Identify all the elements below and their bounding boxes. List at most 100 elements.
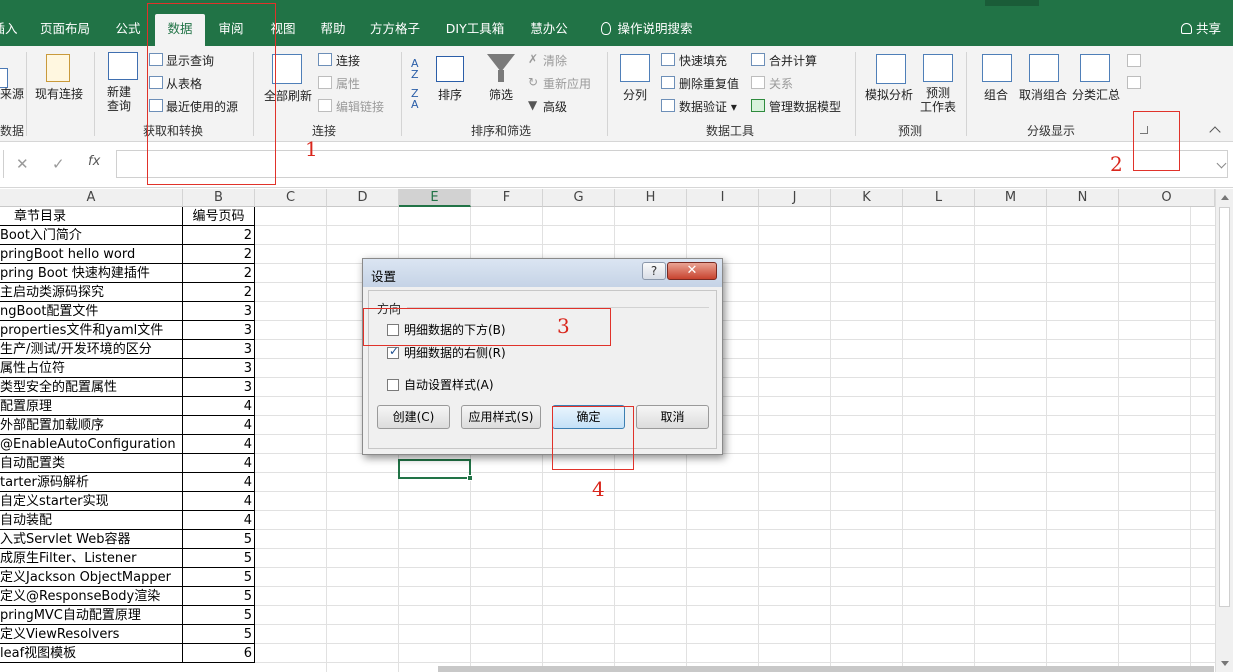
cell-b[interactable]: 2 xyxy=(183,226,255,245)
share-button[interactable]: 共享 xyxy=(1180,14,1221,46)
cell-b[interactable]: 5 xyxy=(183,530,255,549)
name-box[interactable] xyxy=(0,150,4,178)
new-query-button[interactable]: 新建 查询 xyxy=(107,85,131,113)
cell-a[interactable]: leaf视图模板 xyxy=(0,644,183,663)
relationships-button[interactable]: 关系 xyxy=(769,75,793,92)
cell-b[interactable]: 3 xyxy=(183,302,255,321)
column-header-b[interactable]: B xyxy=(183,189,255,207)
header-cell-a[interactable]: 章节目录 xyxy=(0,207,183,226)
cell-b[interactable]: 6 xyxy=(183,644,255,663)
hide-detail-icon[interactable] xyxy=(1127,76,1141,89)
column-header-n[interactable]: N xyxy=(1047,189,1119,207)
connections-button[interactable]: 连接 xyxy=(336,52,360,69)
cell-b[interactable]: 4 xyxy=(183,454,255,473)
scroll-up-icon[interactable] xyxy=(1221,195,1229,200)
cancel-entry-icon[interactable]: ✕ xyxy=(16,155,29,173)
forecast-sheet-button[interactable]: 预测 工作表 xyxy=(920,86,956,114)
properties-button[interactable]: 属性 xyxy=(336,75,360,92)
help-button[interactable]: ? xyxy=(642,262,666,280)
cell-b[interactable]: 4 xyxy=(183,473,255,492)
confirm-entry-icon[interactable]: ✓ xyxy=(52,155,65,173)
cell-b[interactable]: 3 xyxy=(183,340,255,359)
active-cell-e[interactable] xyxy=(398,459,473,481)
tell-me-search[interactable]: 操作说明搜索 xyxy=(592,14,702,46)
tab-fangfang[interactable]: 方方格子 xyxy=(362,14,428,46)
horizontal-scrollbar[interactable] xyxy=(438,666,1214,672)
cell-b[interactable]: 3 xyxy=(183,378,255,397)
cell-a[interactable]: tarter源码解析 xyxy=(0,473,183,492)
cell-b[interactable]: 4 xyxy=(183,397,255,416)
tab-formulas[interactable]: 公式 xyxy=(108,14,148,46)
column-header-l[interactable]: L xyxy=(903,189,975,207)
column-header-m[interactable]: M xyxy=(975,189,1047,207)
cell-a[interactable]: 定义@ResponseBody渲染 xyxy=(0,587,183,606)
cell-a[interactable]: 主启动类源码探究 xyxy=(0,283,183,302)
column-header-f[interactable]: F xyxy=(471,189,543,207)
header-cell-b[interactable]: 编号页码 xyxy=(183,207,255,226)
cell-a[interactable]: ngBoot配置文件 xyxy=(0,302,183,321)
column-header-h[interactable]: H xyxy=(615,189,687,207)
column-header-c[interactable]: C xyxy=(255,189,327,207)
scroll-thumb[interactable] xyxy=(1219,207,1230,607)
existing-connections-button[interactable]: 现有连接 xyxy=(35,85,83,102)
scroll-down-icon[interactable] xyxy=(1221,661,1229,666)
cell-a[interactable]: 成原生Filter、Listener xyxy=(0,549,183,568)
summary-right-checkbox[interactable] xyxy=(387,344,399,359)
cancel-button[interactable]: 取消 xyxy=(636,405,709,429)
collapse-ribbon-icon[interactable] xyxy=(1209,126,1221,138)
vertical-scrollbar[interactable] xyxy=(1215,189,1233,672)
column-header-e[interactable]: E xyxy=(399,189,471,207)
ungroup-button[interactable]: 取消组合 xyxy=(1019,86,1067,103)
clear-button[interactable]: 清除 xyxy=(543,52,567,69)
show-detail-icon[interactable] xyxy=(1127,54,1141,67)
create-button[interactable]: 创建(C) xyxy=(377,405,450,429)
dialog-titlebar[interactable]: 设置 ? ✕ xyxy=(363,259,722,287)
cell-a[interactable]: 生产/测试/开发环境的区分 xyxy=(0,340,183,359)
tab-page-layout[interactable]: 页面布局 xyxy=(32,14,98,46)
cell-a[interactable]: pringBoot hello word xyxy=(0,245,183,264)
fill-handle[interactable] xyxy=(467,475,473,481)
tab-huibangong[interactable]: 慧办公 xyxy=(521,14,577,46)
group-button[interactable]: 组合 xyxy=(984,86,1008,103)
sort-descending-icon[interactable]: ZA xyxy=(411,88,419,110)
manage-data-model-button[interactable]: 管理数据模型 xyxy=(769,98,841,115)
cell-a[interactable]: 定义ViewResolvers xyxy=(0,625,183,644)
column-header-k[interactable]: K xyxy=(831,189,903,207)
flash-fill-button[interactable]: 快速填充 xyxy=(679,52,727,69)
reapply-button[interactable]: 重新应用 xyxy=(543,75,591,92)
cell-b[interactable]: 2 xyxy=(183,283,255,302)
cell-a[interactable]: pring Boot 快速构建插件 xyxy=(0,264,183,283)
cell-b[interactable]: 4 xyxy=(183,492,255,511)
cell-a[interactable]: 入式Servlet Web容器 xyxy=(0,530,183,549)
close-button[interactable]: ✕ xyxy=(667,262,717,280)
column-header-j[interactable]: J xyxy=(759,189,831,207)
cell-a[interactable]: 定义Jackson ObjectMapper xyxy=(0,568,183,587)
cell-b[interactable]: 3 xyxy=(183,359,255,378)
edit-links-button[interactable]: 编辑链接 xyxy=(336,98,384,115)
cell-b[interactable]: 5 xyxy=(183,606,255,625)
cell-a[interactable]: pringMVC自动配置原理 xyxy=(0,606,183,625)
insert-function-icon[interactable]: fx xyxy=(88,154,100,169)
column-header-o[interactable]: O xyxy=(1119,189,1215,207)
cell-a[interactable]: 自定义starter实现 xyxy=(0,492,183,511)
column-header-d[interactable]: D xyxy=(327,189,399,207)
cell-a[interactable]: 配置原理 xyxy=(0,397,183,416)
data-validation-button[interactable]: 数据验证 ▾ xyxy=(679,98,737,115)
cell-a[interactable]: properties文件和yaml文件 xyxy=(0,321,183,340)
cell-a[interactable]: Boot入门简介 xyxy=(0,226,183,245)
automatic-styles-checkbox[interactable] xyxy=(387,379,399,391)
sort-ascending-icon[interactable]: AZ xyxy=(411,58,419,80)
cell-b[interactable]: 5 xyxy=(183,568,255,587)
text-to-columns-button[interactable]: 分列 xyxy=(623,86,647,103)
cell-b[interactable]: 2 xyxy=(183,245,255,264)
column-header-g[interactable]: G xyxy=(543,189,615,207)
cell-a[interactable]: @EnableAutoConfiguration xyxy=(0,435,183,454)
sort-button[interactable]: 排序 xyxy=(438,86,462,103)
consolidate-button[interactable]: 合并计算 xyxy=(769,52,817,69)
filter-button[interactable]: 筛选 xyxy=(489,86,513,103)
tab-diy-toolbox[interactable]: DIY工具箱 xyxy=(438,14,512,46)
tab-help[interactable]: 帮助 xyxy=(312,14,354,46)
remove-duplicates-button[interactable]: 删除重复值 xyxy=(679,75,739,92)
cell-b[interactable]: 4 xyxy=(183,416,255,435)
cell-a[interactable]: 类型安全的配置属性 xyxy=(0,378,183,397)
